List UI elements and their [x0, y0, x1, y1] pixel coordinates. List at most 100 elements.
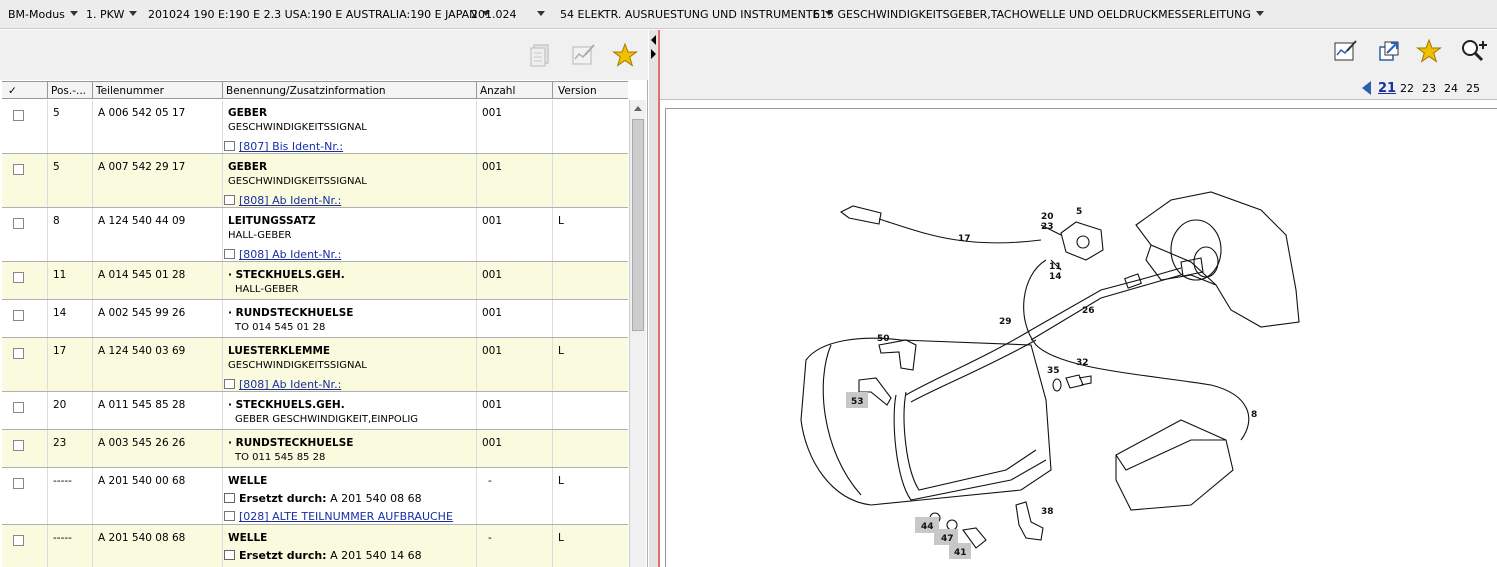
- row-checkbox[interactable]: [13, 478, 24, 489]
- part-name: WELLE: [228, 532, 268, 544]
- position-number: 23: [53, 437, 67, 449]
- footnote-text[interactable]: [028] ALTE TEILNUMMER AUFBRAUCHE: [239, 510, 453, 523]
- page-link[interactable]: 22: [1400, 82, 1414, 95]
- column-header-version[interactable]: Version: [558, 85, 597, 97]
- zoom-in-icon[interactable]: [1460, 38, 1487, 64]
- table-row[interactable]: 20 A 011 545 85 28 · STECKHUELS.GEH. GEB…: [2, 392, 628, 430]
- pane-splitter[interactable]: [649, 30, 658, 567]
- row-checkbox[interactable]: [13, 218, 24, 229]
- replaced-part[interactable]: A 201 540 14 68: [330, 549, 422, 562]
- external-window-icon[interactable]: [1376, 38, 1402, 64]
- parts-toolbar: [0, 30, 648, 80]
- diagram-label[interactable]: 8: [1251, 410, 1257, 420]
- quantity: 001: [482, 107, 503, 119]
- diagram-label[interactable]: 35: [1047, 366, 1060, 376]
- footnote-text[interactable]: [808] Ab Ident-Nr.:: [239, 248, 341, 261]
- breadcrumb-model[interactable]: 201024 190 E:190 E 2.3 USA:190 E AUSTRAL…: [148, 8, 491, 21]
- table-row[interactable]: 14 A 002 545 99 26 · RUNDSTECKHUELSE TO …: [2, 300, 628, 338]
- breadcrumb-group[interactable]: 54 ELEKTR. AUSRUESTUNG UND INSTRUMENTE: [560, 8, 833, 21]
- footnote-link[interactable]: [807] Bis Ident-Nr.:: [224, 140, 343, 153]
- page-link[interactable]: 23: [1422, 82, 1436, 95]
- previous-page-icon[interactable]: [1362, 81, 1372, 95]
- column-header-pos[interactable]: Pos.-...: [51, 85, 91, 97]
- position-number: 5: [53, 161, 60, 173]
- row-checkbox[interactable]: [13, 310, 24, 321]
- footnote-link[interactable]: [808] Ab Ident-Nr.:: [224, 194, 341, 207]
- part-name-wrap: · STECKHUELS.GEH.: [228, 399, 345, 411]
- breadcrumb-subgroup[interactable]: 615 GESCHWINDIGKEITSGEBER,TACHOWELLE UND…: [813, 8, 1264, 21]
- part-name: STECKHUELS.GEH.: [235, 269, 345, 281]
- parts-scrollbar[interactable]: [629, 100, 646, 567]
- part-number: A 007 542 29 17: [98, 161, 186, 173]
- favorite-star-icon[interactable]: [611, 42, 639, 68]
- footnote-text[interactable]: [808] Ab Ident-Nr.:: [239, 378, 341, 391]
- diagram-label[interactable]: 38: [1041, 507, 1054, 517]
- quantity: 001: [482, 307, 503, 319]
- edit-notes-icon[interactable]: [1332, 38, 1358, 64]
- row-checkbox[interactable]: [13, 348, 24, 359]
- diagram-label[interactable]: 29: [999, 317, 1012, 327]
- diagram-label[interactable]: 11: [1049, 262, 1062, 272]
- diagram-label[interactable]: 20: [1041, 212, 1054, 222]
- scroll-up-icon[interactable]: [634, 106, 642, 111]
- row-checkbox[interactable]: [13, 110, 24, 121]
- column-header-quantity[interactable]: Anzahl: [480, 85, 515, 97]
- row-checkbox[interactable]: [13, 164, 24, 175]
- row-checkbox[interactable]: [13, 402, 24, 413]
- page-current[interactable]: 21: [1378, 81, 1396, 96]
- table-row[interactable]: 23 A 003 545 26 26 · RUNDSTECKHUELSE TO …: [2, 430, 628, 468]
- footnote-text[interactable]: [807] Bis Ident-Nr.:: [239, 140, 343, 153]
- part-name-wrap: · RUNDSTECKHUELSE: [228, 437, 354, 449]
- replaced-checkbox[interactable]: [224, 550, 235, 560]
- replaced-label: Ersetzt durch:: [239, 492, 327, 505]
- replaced-part[interactable]: A 201 540 08 68: [330, 492, 422, 505]
- scroll-thumb[interactable]: [632, 119, 644, 331]
- diagram-label[interactable]: 47: [941, 534, 954, 544]
- diagram-label[interactable]: 44: [921, 522, 934, 532]
- collapse-right-icon[interactable]: [651, 49, 656, 59]
- edit-notes-icon[interactable]: [570, 42, 596, 68]
- position-number: -----: [53, 532, 72, 544]
- breadcrumb-type[interactable]: 201.024: [471, 8, 545, 21]
- table-row[interactable]: 5 A 007 542 29 17 GEBER GESCHWINDIGKEITS…: [2, 154, 628, 208]
- diagram-label[interactable]: 5: [1076, 207, 1082, 217]
- position-number: 8: [53, 215, 60, 227]
- column-header-part-number[interactable]: Teilenummer: [96, 85, 164, 97]
- table-row[interactable]: 11 A 014 545 01 28 · STECKHUELS.GEH. HAL…: [2, 262, 628, 300]
- breadcrumb-vehicle-class[interactable]: 1. PKW: [86, 8, 138, 21]
- diagram-label[interactable]: 53: [851, 397, 864, 407]
- collapse-left-icon[interactable]: [651, 35, 656, 45]
- footnote-link[interactable]: [808] Ab Ident-Nr.:: [224, 378, 341, 391]
- page-link[interactable]: 24: [1444, 82, 1458, 95]
- footnote-link[interactable]: [808] Ab Ident-Nr.:: [224, 248, 341, 261]
- favorite-star-icon[interactable]: [1415, 38, 1443, 64]
- replaced-checkbox[interactable]: [224, 493, 235, 503]
- column-header-check[interactable]: ✓: [8, 85, 17, 97]
- exploded-parts-diagram[interactable]: 17 20 23 5 11 14 26 29 50 53 35 32 8 44 …: [665, 108, 1497, 567]
- diagram-label[interactable]: 50: [877, 334, 890, 344]
- row-checkbox[interactable]: [13, 272, 24, 283]
- page-link[interactable]: 25: [1466, 82, 1480, 95]
- breadcrumb-mode[interactable]: BM-Modus: [8, 8, 78, 21]
- diagram-label[interactable]: 41: [954, 548, 967, 558]
- table-row[interactable]: 8 A 124 540 44 09 LEITUNGSSATZ HALL-GEBE…: [2, 208, 628, 262]
- row-checkbox[interactable]: [13, 440, 24, 451]
- diagram-label[interactable]: 17: [958, 234, 971, 244]
- diagram-label[interactable]: 32: [1076, 358, 1089, 368]
- footnote-link[interactable]: [028] ALTE TEILNUMMER AUFBRAUCHE: [224, 510, 453, 523]
- diagram-label[interactable]: 26: [1082, 306, 1095, 316]
- column-header-name[interactable]: Benennung/Zusatzinformation: [226, 85, 386, 97]
- table-row[interactable]: ----- A 201 540 08 68 WELLE Ersetzt durc…: [2, 525, 628, 567]
- chevron-down-icon: [69, 11, 78, 16]
- table-row[interactable]: ----- A 201 540 00 68 WELLE Ersetzt durc…: [2, 468, 628, 525]
- footnote-text[interactable]: [808] Ab Ident-Nr.:: [239, 194, 341, 207]
- drawing-pager: 21 22 23 24 25: [660, 74, 1497, 100]
- table-row[interactable]: 5 A 006 542 05 17 GEBER GESCHWINDIGKEITS…: [2, 100, 628, 154]
- diagram-label[interactable]: 14: [1049, 272, 1062, 282]
- table-row[interactable]: 17 A 124 540 03 69 LUESTERKLEMME GESCHWI…: [2, 338, 628, 392]
- version: L: [558, 345, 564, 357]
- diagram-label[interactable]: 23: [1041, 222, 1054, 232]
- add-to-list-icon[interactable]: [528, 42, 554, 68]
- row-checkbox[interactable]: [13, 535, 24, 546]
- note-icon: [224, 195, 235, 205]
